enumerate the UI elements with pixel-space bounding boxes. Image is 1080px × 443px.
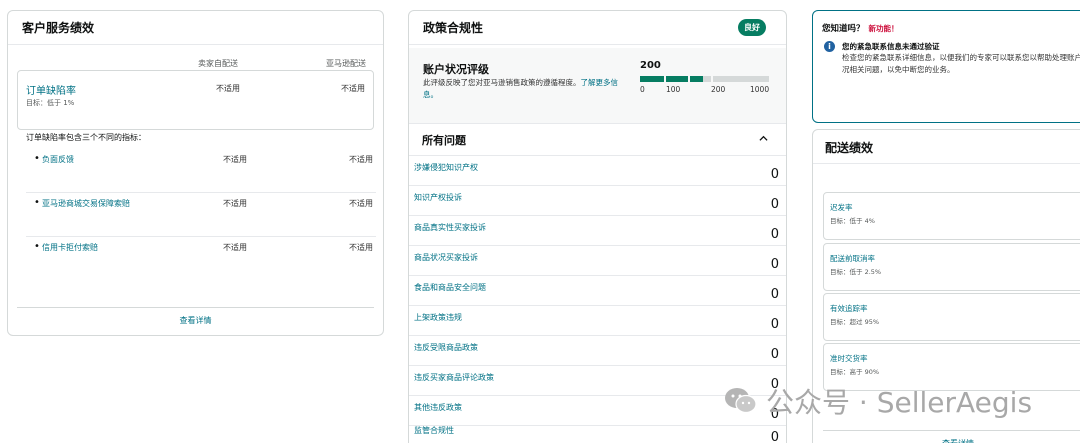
- metric-row: • 信用卡拒付索赔 不适用 不适用: [26, 237, 376, 281]
- ahr-bar-seg-2: [666, 76, 688, 82]
- issue-row: 商品真实性买家投诉 0: [409, 216, 786, 246]
- policy-header: 政策合规性: [409, 11, 786, 45]
- issue-count: 0: [770, 167, 779, 182]
- issue-row: 商品状况买家投诉 0: [409, 246, 786, 276]
- metric-seller-value: 不适用: [223, 155, 247, 164]
- issue-count: 0: [770, 227, 779, 242]
- shipping-view-details-link[interactable]: 查看详情: [823, 430, 1080, 443]
- metric-amazon-value: 不适用: [349, 243, 373, 252]
- cancel-rate-link[interactable]: 配送前取消率: [830, 253, 875, 264]
- metric-seller-value: 不适用: [223, 243, 247, 252]
- bullet: •: [34, 241, 40, 252]
- shipping-metric-box: 迟发率 目标：低于 4%: [823, 192, 1080, 240]
- divider: [813, 163, 1080, 164]
- dyk-heading: 您的紧急联系信息未通过验证: [842, 42, 940, 51]
- account-health-rating: 账户状况评级 此评级反映了您对亚马逊销售政策的遵循程度。了解更多信息。 200 …: [409, 48, 786, 124]
- metrics-intro: 订单缺陷率包含三个不同的指标：: [26, 133, 146, 142]
- on-time-delivery-link[interactable]: 准时交货率: [830, 353, 868, 364]
- odr-target: 目标：低于 1%: [26, 99, 75, 107]
- dyk-title: 您知道吗？ 新功能！: [822, 22, 899, 34]
- metric-target: 目标：高于 90%: [830, 368, 880, 376]
- ahr-bar-ticks: 0 100 200 1000: [640, 85, 772, 95]
- issue-count: 0: [770, 317, 779, 332]
- odr-link[interactable]: 订单缺陷率: [26, 82, 76, 97]
- metric-target: 目标：低于 2.5%: [830, 268, 882, 276]
- odr-box: 订单缺陷率 目标：低于 1% 不适用 不适用: [17, 70, 374, 130]
- ahr-bar-seg-1: [640, 76, 664, 82]
- info-icon: i: [824, 41, 835, 52]
- did-you-know-card: 您知道吗？ 新功能！ i 您的紧急联系信息未通过验证 检查您的紧急联系详细信息，以…: [812, 10, 1080, 123]
- all-issues-header[interactable]: 所有问题: [409, 124, 786, 156]
- new-feature-label: 新功能！: [868, 24, 899, 33]
- issue-row: 食品和商品安全问题 0: [409, 276, 786, 306]
- csp-title: 客户服务绩效: [22, 21, 95, 35]
- issue-link[interactable]: 食品和商品安全问题: [414, 282, 486, 293]
- tick: 0: [640, 85, 645, 94]
- issue-link[interactable]: 监管合规性: [414, 425, 454, 436]
- metric-link-a-to-z[interactable]: 亚马逊商城交易保障索赔: [42, 198, 130, 209]
- bullet: •: [34, 153, 40, 164]
- tick: 200: [711, 85, 726, 94]
- metric-seller-value: 不适用: [223, 199, 247, 208]
- ahr-bar-seg-3: [690, 76, 703, 82]
- issue-link[interactable]: 上架政策违规: [414, 312, 462, 323]
- issue-count: 0: [770, 347, 779, 362]
- ahr-desc-text: 此评级反映了您对亚马逊销售政策的遵循程度。: [423, 78, 581, 87]
- ahr-title: 账户状况评级: [423, 63, 489, 76]
- col-head-amazon: 亚马逊配送: [326, 59, 366, 68]
- watermark: 公众号 · SellerAegis: [724, 383, 1032, 419]
- policy-title: 政策合规性: [423, 21, 484, 35]
- odr-amazon-value: 不适用: [341, 84, 365, 93]
- issue-link[interactable]: 违反买家商品评论政策: [414, 372, 494, 383]
- issue-link[interactable]: 其他违反政策: [414, 402, 462, 413]
- metric-amazon-value: 不适用: [349, 155, 373, 164]
- csp-view-details-link[interactable]: 查看详情: [17, 307, 374, 335]
- metric-link-chargeback[interactable]: 信用卡拒付索赔: [42, 242, 98, 253]
- issue-count: 0: [770, 287, 779, 302]
- issue-link[interactable]: 涉嫌侵犯知识产权: [414, 162, 478, 173]
- customer-service-performance-card: 客户服务绩效 卖家自配送 亚马逊配送 订单缺陷率 目标：低于 1% 不适用 不适…: [7, 10, 384, 336]
- col-head-seller: 卖家自配送: [198, 59, 238, 68]
- csp-header: 客户服务绩效: [8, 11, 383, 45]
- ahr-bar-seg-4: [713, 76, 769, 82]
- issue-count: 0: [770, 257, 779, 272]
- chevron-up-icon[interactable]: [759, 134, 768, 143]
- watermark-text: 公众号 · SellerAegis: [766, 386, 1033, 419]
- ahr-score: 200: [640, 60, 661, 71]
- metric-link-negative-feedback[interactable]: 负面反馈: [42, 154, 74, 165]
- issue-row: 监管合规性 0: [409, 419, 786, 443]
- issue-link[interactable]: 知识产权投诉: [414, 192, 462, 203]
- tick: 100: [666, 85, 681, 94]
- ahr-description: 此评级反映了您对亚马逊销售政策的遵循程度。了解更多信息。: [423, 77, 628, 101]
- issue-link[interactable]: 违反受限商品政策: [414, 342, 478, 353]
- metric-row: • 负面反馈 不适用 不适用: [26, 149, 376, 193]
- metric-target: 目标：超过 95%: [830, 318, 880, 326]
- bullet: •: [34, 197, 40, 208]
- odr-seller-value: 不适用: [216, 84, 240, 93]
- issue-row: 上架政策违规 0: [409, 306, 786, 336]
- metric-row: • 亚马逊商城交易保障索赔 不适用 不适用: [26, 193, 376, 237]
- wechat-icon: [725, 388, 757, 414]
- shipping-metric-box: 配送前取消率 目标：低于 2.5%: [823, 243, 1080, 291]
- issue-link[interactable]: 商品状况买家投诉: [414, 252, 478, 263]
- dyk-title-text: 您知道吗？: [822, 24, 865, 34]
- status-badge: 良好: [738, 19, 766, 36]
- issue-row: 违反受限商品政策 0: [409, 336, 786, 366]
- all-issues-title: 所有问题: [422, 134, 466, 147]
- metric-amazon-value: 不适用: [349, 199, 373, 208]
- issue-row: 涉嫌侵犯知识产权 0: [409, 156, 786, 186]
- ahr-bar-seg-3-rest: [703, 76, 711, 82]
- issue-count: 0: [770, 430, 779, 443]
- issue-row: 知识产权投诉 0: [409, 186, 786, 216]
- shipping-title: 配送绩效: [825, 141, 874, 155]
- late-shipment-link[interactable]: 迟发率: [830, 202, 853, 213]
- dyk-body: 检查您的紧急联系详细信息，以便我们的专家可以联系您以帮助处理账户状况相关问题，以…: [842, 53, 1080, 74]
- tick: 1000: [750, 85, 770, 94]
- metric-target: 目标：低于 4%: [830, 217, 875, 225]
- shipping-metric-box: 有效追踪率 目标：超过 95%: [823, 293, 1080, 341]
- policy-compliance-card: 政策合规性 良好 账户状况评级 此评级反映了您对亚马逊销售政策的遵循程度。了解更…: [408, 10, 787, 443]
- issue-count: 0: [770, 197, 779, 212]
- issue-link[interactable]: 商品真实性买家投诉: [414, 222, 486, 233]
- valid-tracking-link[interactable]: 有效追踪率: [830, 303, 868, 314]
